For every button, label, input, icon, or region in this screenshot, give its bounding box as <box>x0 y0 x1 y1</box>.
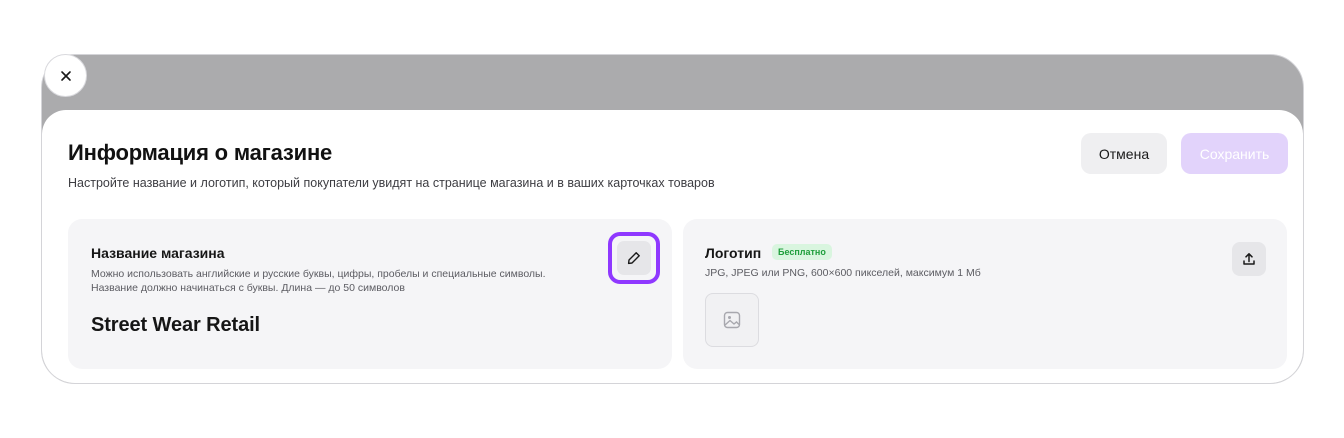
save-button[interactable]: Сохранить <box>1181 133 1288 174</box>
modal-frame: Информация о магазине Настройте название… <box>41 54 1304 384</box>
store-name-value: Street Wear Retail <box>91 314 261 336</box>
close-button[interactable] <box>44 54 87 97</box>
store-name-title: Название магазина <box>91 245 225 261</box>
page-title: Информация о магазине <box>68 140 333 165</box>
pencil-icon <box>627 252 640 265</box>
store-name-hint: Можно использовать английские и русские … <box>91 268 546 294</box>
close-icon <box>60 70 71 81</box>
cancel-button[interactable]: Отмена <box>1081 133 1167 174</box>
edit-button-inner[interactable] <box>617 241 651 275</box>
page-subtitle: Настройте название и логотип, который по… <box>68 176 715 190</box>
image-icon <box>723 311 741 329</box>
store-name-card: Название магазина Можно использовать анг… <box>68 219 672 369</box>
logo-title: Логотип <box>705 245 762 261</box>
logo-card: Логотип Бесплатно JPG, JPEG или PNG, 600… <box>683 219 1287 369</box>
upload-icon <box>1243 253 1255 265</box>
free-badge: Бесплатно <box>772 244 832 260</box>
logo-placeholder[interactable] <box>705 293 759 347</box>
upload-logo-button[interactable] <box>1232 242 1266 276</box>
edit-name-button[interactable] <box>608 232 660 284</box>
logo-hint: JPG, JPEG или PNG, 600×600 пикселей, мак… <box>705 267 981 279</box>
store-info-sheet: Информация о магазине Настройте название… <box>42 110 1303 383</box>
